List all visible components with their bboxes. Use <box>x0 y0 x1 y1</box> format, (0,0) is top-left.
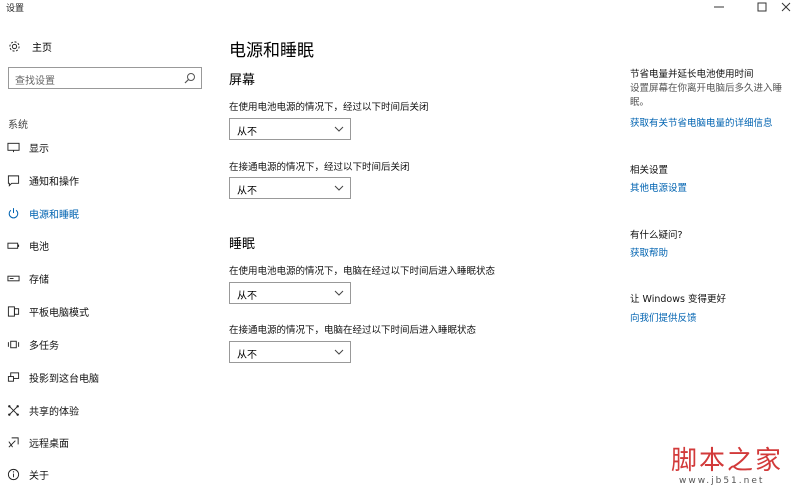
screen-heading: 屏幕 <box>229 73 256 88</box>
sidebar-item-battery[interactable]: 电池 <box>0 234 212 256</box>
screen-battery-label: 在使用电池电源的情况下，经过以下时间后关闭 <box>229 102 429 113</box>
maximize-icon <box>757 2 767 12</box>
sidebar-item-label: 关于 <box>29 470 49 482</box>
sidebar-item-storage[interactable]: 存储 <box>0 267 212 289</box>
dropdown-value: 从不 <box>237 186 257 197</box>
tablet-mode-icon <box>7 305 19 317</box>
projection-icon <box>7 371 19 382</box>
sidebar-item-label: 平板电脑模式 <box>29 307 89 319</box>
title-bar: 设置 <box>0 0 800 14</box>
notification-icon <box>7 174 19 187</box>
watermark-url: www.jb51.net <box>679 476 765 486</box>
chevron-down-icon <box>334 290 344 296</box>
sidebar-item-label: 通知和操作 <box>29 176 79 188</box>
sidebar-item-display[interactable]: 显示 <box>0 136 212 158</box>
dropdown-value: 从不 <box>237 127 257 138</box>
sidebar-item-label: 共享的体验 <box>29 406 79 418</box>
close-button[interactable] <box>772 0 800 14</box>
window-title: 设置 <box>6 4 25 14</box>
multitasking-icon <box>7 340 19 348</box>
related-settings-heading: 相关设置 <box>630 165 669 176</box>
sleep-battery-dropdown[interactable]: 从不 <box>229 282 351 304</box>
watermark-logo: 脚本之家 <box>671 446 784 476</box>
sidebar-item-about[interactable]: 关于 <box>0 463 212 485</box>
sidebar-item-remote-desktop[interactable]: 远程桌面 <box>0 431 212 453</box>
minimize-icon <box>714 6 724 8</box>
remote-desktop-icon <box>7 436 19 447</box>
help-heading: 有什么疑问? <box>630 230 683 241</box>
tip-text: 设置屏幕在你离开电脑后多久进入睡眠。 <box>630 83 783 108</box>
about-icon <box>7 468 19 480</box>
shared-experiences-icon <box>7 404 19 416</box>
display-icon <box>6 142 20 152</box>
other-power-settings-link[interactable]: 其他电源设置 <box>630 180 687 194</box>
chevron-down-icon <box>334 126 344 132</box>
sidebar-item-shared-experiences[interactable]: 共享的体验 <box>0 399 212 421</box>
sleep-plugged-label: 在接通电源的情况下，电脑在经过以下时间后进入睡眠状态 <box>229 325 477 336</box>
battery-icon <box>6 242 19 249</box>
search-placeholder: 查找设置 <box>15 76 55 87</box>
storage-icon <box>6 275 20 281</box>
sidebar-item-power-sleep[interactable]: 电源和睡眠 <box>0 202 212 224</box>
sidebar-item-label: 多任务 <box>29 340 59 352</box>
tip-heading: 节省电量并延长电池使用时间 <box>630 69 754 80</box>
sidebar-item-multitasking[interactable]: 多任务 <box>0 333 212 355</box>
sidebar-item-label: 投影到这台电脑 <box>29 373 99 385</box>
dropdown-value: 从不 <box>237 350 257 361</box>
screen-plugged-label: 在接通电源的情况下，经过以下时间后关闭 <box>229 162 410 173</box>
feedback-heading: 让 Windows 变得更好 <box>630 294 726 305</box>
sidebar-item-label: 远程桌面 <box>29 438 69 450</box>
sidebar-item-label: 显示 <box>29 143 49 155</box>
tip-link[interactable]: 获取有关节省电脑电量的详细信息 <box>630 115 773 129</box>
sidebar-item-tablet-mode[interactable]: 平板电脑模式 <box>0 300 212 322</box>
search-icon[interactable] <box>184 72 196 84</box>
sleep-battery-label: 在使用电池电源的情况下，电脑在经过以下时间后进入睡眠状态 <box>229 266 496 277</box>
feedback-link[interactable]: 向我们提供反馈 <box>630 310 697 324</box>
section-label-system: 系统 <box>8 120 28 131</box>
home-label: 主页 <box>32 42 52 54</box>
sidebar-item-label: 电源和睡眠 <box>29 209 79 221</box>
get-help-link[interactable]: 获取帮助 <box>630 245 668 259</box>
sleep-plugged-dropdown[interactable]: 从不 <box>229 341 351 363</box>
dropdown-value: 从不 <box>237 291 257 302</box>
home-nav-item[interactable]: 主页 <box>8 38 52 54</box>
screen-battery-dropdown[interactable]: 从不 <box>229 118 351 140</box>
screen-plugged-dropdown[interactable]: 从不 <box>229 177 351 199</box>
close-icon <box>781 2 791 12</box>
page-title: 电源和睡眠 <box>229 41 314 61</box>
chevron-down-icon <box>334 185 344 191</box>
sidebar-item-label: 存储 <box>29 274 49 286</box>
minimize-button[interactable] <box>705 0 733 14</box>
search-box[interactable]: 查找设置 <box>8 67 202 89</box>
sidebar-item-projection[interactable]: 投影到这台电脑 <box>0 366 212 388</box>
power-icon <box>8 207 18 218</box>
sidebar: 主页 查找设置 系统 显示 通知和操作 电源和睡眠 电池 存储 平板电脑模式 多… <box>0 14 212 493</box>
sleep-heading: 睡眠 <box>229 237 256 252</box>
chevron-down-icon <box>334 349 344 355</box>
sidebar-item-label: 电池 <box>29 241 49 253</box>
sidebar-item-notifications[interactable]: 通知和操作 <box>0 169 212 191</box>
gear-icon <box>9 40 20 52</box>
watermark: 脚本之家 www.jb51.net <box>671 440 796 490</box>
